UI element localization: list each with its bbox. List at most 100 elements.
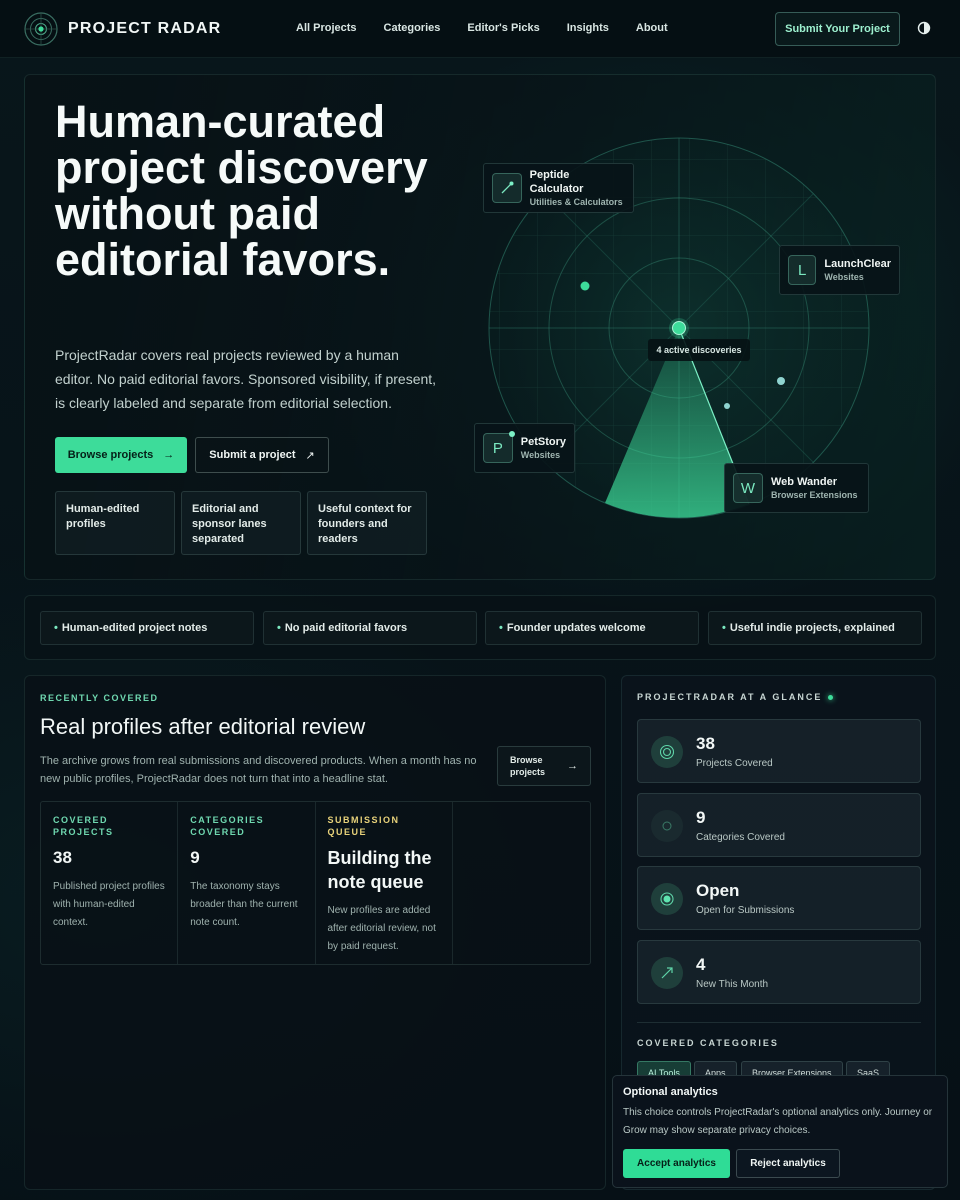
trust-pill-label: Useful indie projects, explained [729, 622, 895, 634]
radar-status-label: 4 active discoveries [648, 339, 750, 361]
arrow-icon [651, 957, 683, 989]
browse-projects-small-button[interactable]: Browse projects → [497, 746, 591, 786]
nav-all-projects[interactable]: All Projects [296, 22, 357, 34]
trust-pill-label: No paid editorial favors [284, 622, 408, 634]
icon-letter: P [492, 439, 503, 457]
stat-value: 9 [190, 848, 200, 867]
glance-card-new-this-month: 4 New This Month [637, 940, 921, 1004]
project-card-web-wander[interactable]: W Web Wander Browser Extensions [724, 463, 869, 513]
glance-label: Categories Covered [696, 832, 785, 843]
bullet-icon: • [722, 622, 726, 634]
live-dot-icon [828, 695, 834, 701]
stat-key: COVERED PROJECTS [53, 815, 114, 837]
brand-name: PROJECT RADAR [68, 20, 222, 37]
project-name: Peptide Calculator [529, 169, 584, 195]
analytics-consent-banner: Optional analytics This choice controls … [612, 1075, 948, 1188]
glance-card-projects: 38 Projects Covered [637, 719, 921, 783]
arrow-right-icon: → [567, 760, 578, 772]
trust-pill: • Founder updates welcome [485, 611, 699, 645]
stat-covered-projects: COVERED PROJECTS 38 Published project pr… [41, 802, 179, 964]
pen-icon [492, 173, 522, 203]
stat-value: 38 [53, 848, 72, 867]
feature-card: Useful context for founders and readers [307, 491, 427, 555]
section-description: The archive grows from real submissions … [40, 755, 477, 785]
project-name: PetStory [520, 436, 566, 448]
project-category: Websites [824, 272, 864, 282]
section-title: Real profiles after editorial review [40, 714, 366, 739]
top-navigation: PROJECT RADAR All Projects Categories Ed… [0, 0, 960, 58]
stat-empty-column [453, 802, 590, 964]
glance-card-submissions: Open Open for Submissions [637, 866, 921, 930]
project-card-peptide-calculator[interactable]: Peptide Calculator Utilities & Calculato… [483, 163, 634, 213]
panel-title: PROJECTRADAR AT A GLANCE [637, 692, 834, 702]
consent-text: This choice controls ProjectRadar's opti… [623, 1107, 933, 1136]
covered-categories-title: COVERED CATEGORIES [637, 1038, 779, 1048]
nav-insights[interactable]: Insights [567, 22, 609, 34]
glance-value: 38 [696, 734, 715, 753]
glance-label: Open for Submissions [696, 905, 795, 916]
reject-analytics-button[interactable]: Reject analytics [736, 1149, 840, 1178]
stat-description: Published project profiles with human-ed… [53, 881, 165, 928]
glance-label: New This Month [696, 979, 769, 990]
project-card-petstory[interactable]: P PetStory Websites [474, 423, 575, 473]
trust-pill-label: Founder updates welcome [506, 622, 646, 634]
section-eyebrow: RECENTLY COVERED [40, 693, 159, 703]
stat-key: SUBMISSION QUEUE [327, 815, 400, 837]
glance-value: 4 [696, 955, 706, 974]
submit-a-project-label: Submit a project [209, 449, 296, 461]
letter-p-icon: P [483, 431, 515, 463]
glance-card-categories: 9 Categories Covered [637, 793, 921, 857]
nav-about[interactable]: About [636, 22, 668, 34]
project-category: Websites [520, 450, 561, 460]
stat-description: New profiles are added after editorial r… [327, 905, 436, 952]
ring-icon [651, 810, 683, 842]
hero-title: Human-curated project discovery without … [55, 96, 428, 285]
stats-grid: COVERED PROJECTS 38 Published project pr… [40, 801, 591, 965]
nav-links: All Projects Categories Editor's Picks I… [296, 22, 668, 34]
trust-pill: • Human-edited project notes [40, 611, 254, 645]
theme-toggle-icon[interactable] [917, 21, 931, 35]
submit-project-button[interactable]: Submit Your Project [775, 12, 900, 46]
trust-pill: • Useful indie projects, explained [708, 611, 922, 645]
letter-w-icon: W [733, 473, 763, 503]
bullet-icon: • [499, 622, 503, 634]
panel-title-text: PROJECTRADAR AT A GLANCE [637, 692, 823, 702]
letter-l-icon: L [788, 255, 817, 285]
browse-projects-button[interactable]: Browse projects → [55, 437, 187, 473]
dot-icon [651, 883, 683, 915]
bullet-icon: • [54, 622, 58, 634]
feature-card: Editorial and sponsor lanes separated [181, 491, 301, 555]
nav-editors-picks[interactable]: Editor's Picks [467, 22, 539, 34]
glance-label: Projects Covered [696, 758, 773, 769]
glance-value: Open [696, 881, 740, 900]
trust-pill: • No paid editorial favors [263, 611, 477, 645]
hero-description: ProjectRadar covers real projects review… [55, 347, 437, 411]
browse-label: Browse projects [510, 755, 546, 777]
feature-card: Human-edited profiles [55, 491, 175, 555]
stat-key: CATEGORIES COVERED [190, 815, 265, 837]
trust-strip: • Human-edited project notes • No paid edi… [24, 595, 936, 660]
stat-submission-queue: SUBMISSION QUEUE Building the note queue… [316, 802, 453, 964]
browse-projects-label: Browse projects [67, 449, 154, 461]
project-card-launchclear[interactable]: L LaunchClear Websites [779, 245, 900, 295]
bullet-icon: • [277, 622, 281, 634]
radar-logo-icon [24, 12, 58, 46]
glance-value: 9 [696, 808, 706, 827]
consent-title: Optional analytics [623, 1086, 718, 1098]
stat-categories-covered: CATEGORIES COVERED 9 The taxonomy stays … [178, 802, 316, 964]
submit-a-project-button[interactable]: Submit a project ↗ [195, 437, 329, 473]
arrow-right-icon: → [163, 449, 175, 461]
target-icon [651, 736, 683, 768]
arrow-up-right-icon: ↗ [305, 449, 315, 462]
stat-value: Building the note queue [327, 848, 432, 892]
divider [637, 1022, 921, 1023]
recently-covered-section: RECENTLY COVERED Real profiles after edi… [24, 675, 606, 1190]
trust-pill-label: Human-edited project notes [61, 622, 208, 634]
project-category: Browser Extensions [771, 490, 858, 500]
accept-analytics-button[interactable]: Accept analytics [623, 1149, 730, 1178]
project-name: LaunchClear [824, 258, 891, 270]
stat-description: The taxonomy stays broader than the curr… [190, 881, 298, 928]
nav-categories[interactable]: Categories [384, 22, 441, 34]
brand-logo[interactable]: PROJECT RADAR [24, 12, 221, 46]
project-name: Web Wander [771, 476, 838, 488]
